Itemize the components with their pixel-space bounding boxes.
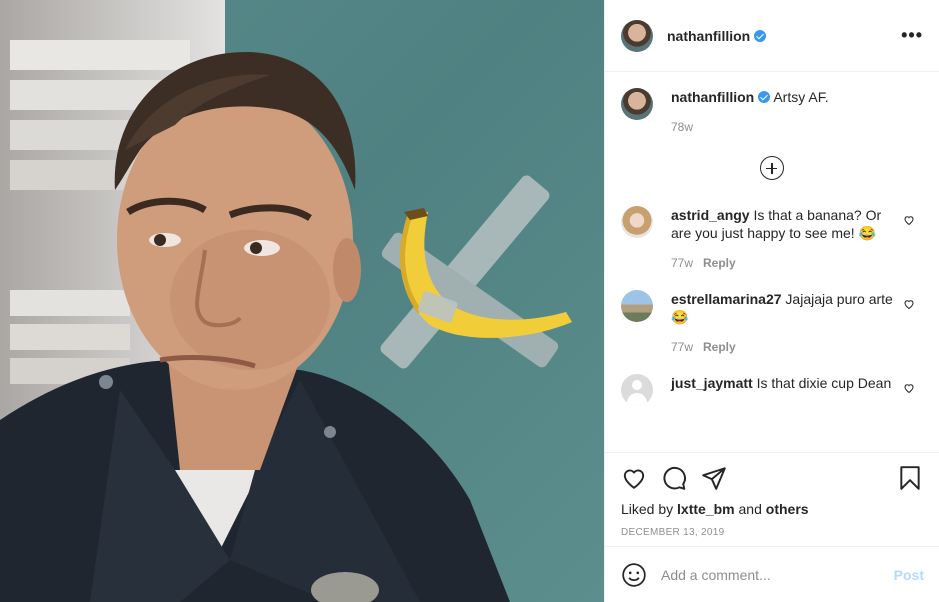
load-more-comments-icon[interactable] [760, 156, 784, 180]
reply-button[interactable]: Reply [703, 256, 736, 270]
like-comment-heart-icon[interactable] [903, 298, 915, 310]
comment-icon[interactable] [661, 465, 687, 491]
comments-list: nathanfillion Artsy AF. 78w astrid_angy … [605, 72, 939, 452]
comment-item: just_jaymatt Is that dixie cup Dean [621, 374, 923, 406]
emoji-icon[interactable] [621, 562, 647, 588]
post-header: nathanfillion ••• [605, 0, 939, 72]
post-date[interactable]: DECEMBER 13, 2019 [621, 527, 923, 538]
like-comment-heart-icon[interactable] [903, 382, 915, 394]
post-comment-button[interactable]: Post [894, 567, 924, 583]
liked-by-text: Liked by lxtte_bm and others [621, 501, 923, 517]
commenter-avatar[interactable] [621, 290, 653, 322]
caption-text: Artsy AF. [773, 89, 829, 105]
comment-age[interactable]: 77w [671, 256, 693, 270]
author-avatar[interactable] [621, 88, 653, 120]
liked-by-others[interactable]: others [766, 501, 809, 517]
author-avatar[interactable] [621, 19, 653, 52]
liked-by-prefix: Liked by [621, 501, 678, 517]
commenter-avatar[interactable] [621, 374, 653, 406]
liked-by-and: and [734, 501, 766, 517]
post-photo[interactable] [0, 0, 604, 602]
comment-username[interactable]: astrid_angy [671, 207, 750, 223]
comment-item: estrellamarina27 Jajajaja puro arte😂 77w… [621, 290, 923, 356]
add-comment-input[interactable] [661, 566, 894, 583]
post-details-panel: nathanfillion ••• nathanfillion Artsy AF… [604, 0, 939, 602]
bookmark-icon[interactable] [897, 465, 923, 491]
add-comment-bar: Post [605, 546, 939, 602]
comment-item: astrid_angy Is that a banana? Or are you… [621, 206, 923, 272]
reply-button[interactable]: Reply [703, 340, 736, 354]
comment-text: Is that dixie cup Dean [756, 375, 892, 391]
caption: nathanfillion Artsy AF. 78w [621, 88, 923, 136]
verified-badge-icon [758, 91, 771, 103]
post-actions: Liked by lxtte_bm and others DECEMBER 13… [605, 452, 939, 538]
liked-by-user[interactable]: lxtte_bm [677, 501, 735, 517]
comment-username[interactable]: just_jaymatt [671, 375, 753, 391]
caption-age[interactable]: 78w [671, 120, 693, 134]
action-icons [621, 463, 923, 493]
comment-age[interactable]: 77w [671, 340, 693, 354]
verified-badge-icon [754, 29, 767, 42]
comment-username[interactable]: estrellamarina27 [671, 291, 782, 307]
heart-icon[interactable] [621, 465, 647, 491]
post-photo-illustration [0, 0, 572, 602]
commenter-avatar[interactable] [621, 206, 653, 238]
more-options-icon[interactable]: ••• [901, 25, 923, 46]
author-username[interactable]: nathanfillion [667, 28, 750, 44]
share-icon[interactable] [701, 465, 727, 491]
caption-username[interactable]: nathanfillion [671, 89, 754, 105]
like-comment-heart-icon[interactable] [903, 214, 915, 226]
